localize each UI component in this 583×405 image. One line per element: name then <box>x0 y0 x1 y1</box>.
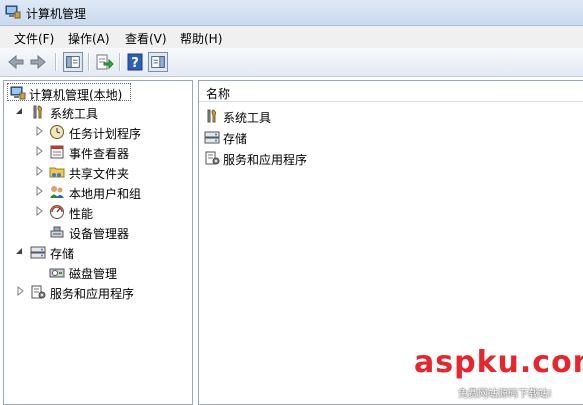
list-item-storage[interactable]: 存储 <box>204 128 404 146</box>
column-header-label: 名称 <box>206 87 231 101</box>
forward-arrow-icon[interactable] <box>28 52 48 72</box>
tree-label: 事件查看器 <box>69 147 130 161</box>
tree-item-task-scheduler[interactable]: 任务计划程序 <box>4 123 184 141</box>
result-list: 名称 系统工具 存储 服务和应用程序 <box>198 80 583 405</box>
expanded-arrow-icon[interactable] <box>14 246 24 256</box>
expanded-arrow-icon[interactable] <box>14 106 24 116</box>
title-bar: 计算机管理 <box>0 0 583 26</box>
svg-text:?: ? <box>131 56 139 71</box>
export-list-icon[interactable] <box>94 52 114 72</box>
toolbar: ? <box>0 48 583 77</box>
tree-label: 本地用户和组 <box>69 187 142 201</box>
collapsed-arrow-icon[interactable] <box>34 126 44 136</box>
tree-label: 设备管理器 <box>69 227 130 241</box>
disk-management-icon <box>49 268 65 278</box>
menu-help[interactable]: 帮助(H) <box>180 30 222 47</box>
tree-label: 性能 <box>69 207 94 221</box>
tree-label: 共享文件夹 <box>69 167 130 181</box>
services-icon <box>205 151 220 165</box>
collapsed-arrow-icon[interactable] <box>34 186 44 196</box>
tools-icon <box>33 105 43 119</box>
collapsed-arrow-icon[interactable] <box>34 206 44 216</box>
computer-management-icon <box>10 86 26 100</box>
show-hide-action-pane-icon[interactable] <box>148 52 168 72</box>
back-arrow-icon[interactable] <box>6 52 26 72</box>
tree-item-device-manager[interactable]: 设备管理器 <box>4 223 184 241</box>
help-icon[interactable]: ? <box>125 52 145 72</box>
toolbar-separator <box>88 53 89 71</box>
list-item-services-applications[interactable]: 服务和应用程序 <box>204 149 404 167</box>
device-manager-icon <box>50 226 64 238</box>
list-item-system-tools[interactable]: 系统工具 <box>204 107 404 125</box>
computer-management-icon <box>5 5 21 19</box>
users-icon <box>50 186 64 198</box>
tree-item-computer-management[interactable]: 计算机管理(本地) <box>7 83 131 102</box>
menu-file[interactable]: 文件(F) <box>14 30 54 47</box>
menu-bar: 文件(F) 操作(A) 查看(V) 帮助(H) <box>0 26 583 48</box>
tree-label: 系统工具 <box>50 107 99 121</box>
toolbar-separator <box>55 53 56 71</box>
tree-label: 存储 <box>50 247 75 261</box>
tree-item-storage[interactable]: 存储 <box>4 243 184 261</box>
console-tree: 计算机管理(本地) 系统工具 任务计划程序 事件查看器 共享文件夹 本地用户和组… <box>3 80 193 405</box>
tools-icon <box>207 109 217 123</box>
list-item-label: 存储 <box>223 132 248 146</box>
tree-item-shared-folders[interactable]: 共享文件夹 <box>4 163 184 181</box>
tree-item-performance[interactable]: 性能 <box>4 203 184 221</box>
collapsed-arrow-icon[interactable] <box>15 286 25 296</box>
collapsed-arrow-icon[interactable] <box>34 146 44 156</box>
tree-item-system-tools[interactable]: 系统工具 <box>4 103 184 121</box>
list-item-label: 系统工具 <box>223 111 272 125</box>
tree-label: 任务计划程序 <box>69 127 142 141</box>
window-title: 计算机管理 <box>26 7 87 21</box>
shared-folder-icon <box>49 167 65 178</box>
menu-view[interactable]: 查看(V) <box>125 30 167 47</box>
services-icon <box>31 285 46 299</box>
tree-item-services-applications[interactable]: 服务和应用程序 <box>4 283 184 301</box>
menu-action[interactable]: 操作(A) <box>68 30 110 47</box>
tree-label: 计算机管理(本地) <box>29 88 123 102</box>
storage-icon <box>204 131 220 144</box>
tree-item-event-viewer[interactable]: 事件查看器 <box>4 143 184 161</box>
collapsed-arrow-icon[interactable] <box>34 166 44 176</box>
event-viewer-icon <box>50 145 64 159</box>
show-hide-console-tree-icon[interactable] <box>63 52 83 72</box>
column-header-name[interactable]: 名称 <box>199 81 583 102</box>
storage-icon <box>30 246 46 259</box>
toolbar-separator <box>119 53 120 71</box>
list-item-label: 服务和应用程序 <box>223 153 308 167</box>
performance-gauge-icon <box>50 205 64 219</box>
tree-label: 服务和应用程序 <box>50 287 135 301</box>
tree-label: 磁盘管理 <box>69 267 118 281</box>
tree-item-disk-management[interactable]: 磁盘管理 <box>4 263 184 281</box>
clock-icon <box>50 125 64 139</box>
tree-item-local-users-groups[interactable]: 本地用户和组 <box>4 183 184 201</box>
